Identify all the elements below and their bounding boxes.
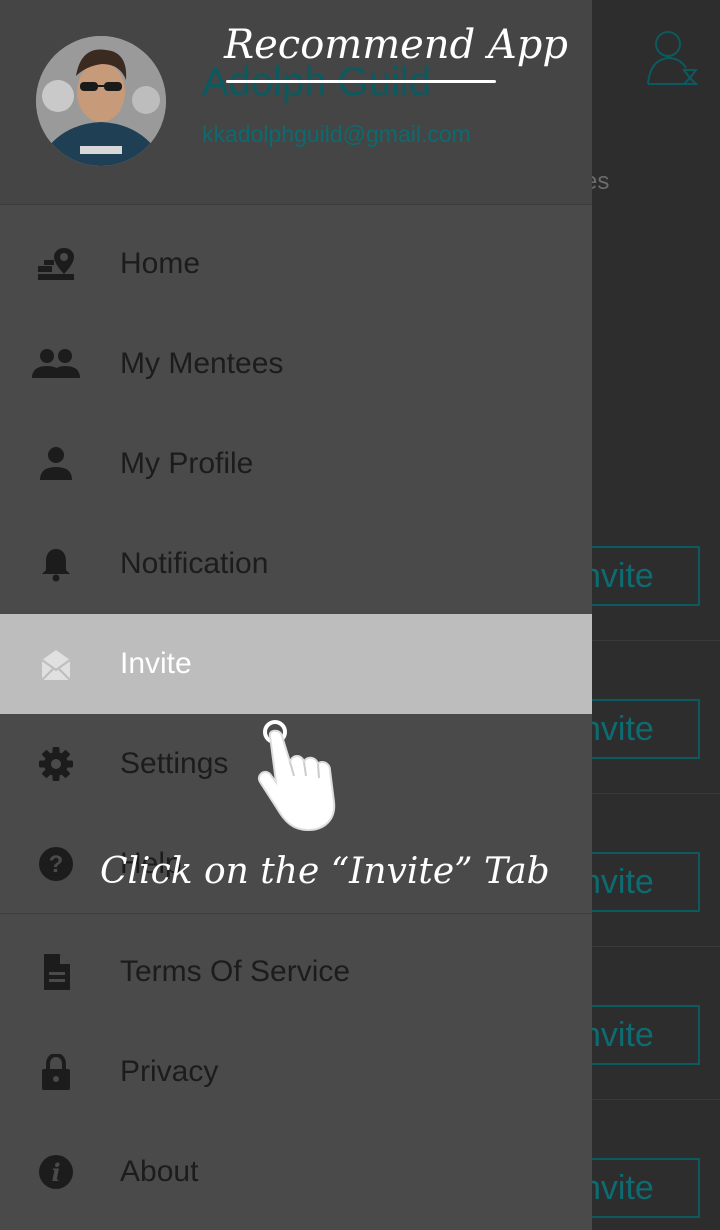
profile-icon[interactable] — [644, 26, 700, 88]
navigation-drawer: Adolph Guild kkadolphguild@gmail.com Hom… — [0, 0, 592, 1230]
background-divider — [592, 793, 720, 794]
menu-item-label: Settings — [120, 747, 229, 780]
menu-item-label: Home — [120, 247, 201, 280]
menu-item-about[interactable]: i About — [0, 1122, 592, 1222]
background-divider — [592, 1099, 720, 1100]
menu-item-invite[interactable]: Invite — [0, 614, 592, 714]
menu-item-label: About — [120, 1155, 199, 1188]
menu-item-label: Invite — [120, 647, 192, 680]
mail-icon — [41, 650, 71, 681]
background-divider — [592, 640, 720, 641]
menu-item-home[interactable]: Home — [0, 214, 592, 314]
document-icon — [44, 954, 70, 990]
gear-icon — [39, 747, 73, 781]
menu-item-label: Terms Of Service — [120, 955, 351, 988]
avatar[interactable] — [36, 36, 166, 166]
menu-item-label: Privacy — [120, 1055, 219, 1088]
tutorial-hint: Click on the “Invite” Tab — [100, 851, 550, 892]
menu-item-label: My Mentees — [120, 347, 284, 380]
group-icon — [32, 349, 80, 378]
menu-item-my-mentees[interactable]: My Mentees — [0, 314, 592, 414]
menu-item-my-profile[interactable]: My Profile — [0, 414, 592, 514]
tap-hand-icon — [258, 720, 336, 832]
home-map-icon — [38, 248, 74, 280]
lock-icon — [42, 1054, 70, 1090]
svg-text:?: ? — [49, 851, 64, 878]
avatar-photo-icon — [36, 36, 166, 166]
menu-item-notification[interactable]: Notification — [0, 514, 592, 614]
help-icon: ? — [39, 847, 73, 881]
tutorial-title: Recommend App — [224, 22, 568, 68]
menu-divider — [0, 913, 592, 914]
background-divider — [592, 946, 720, 947]
menu-item-privacy[interactable]: Privacy — [0, 1022, 592, 1122]
menu-item-terms-of-service[interactable]: Terms Of Service — [0, 922, 592, 1022]
user-email: kkadolphguild@gmail.com — [202, 121, 471, 147]
bell-icon — [42, 549, 70, 582]
tutorial-title-underline — [226, 80, 496, 83]
person-icon — [40, 447, 72, 480]
info-icon: i — [39, 1155, 73, 1189]
menu-item-label: Notification — [120, 547, 269, 580]
svg-text:i: i — [51, 1158, 60, 1187]
menu-item-label: My Profile — [120, 447, 254, 480]
